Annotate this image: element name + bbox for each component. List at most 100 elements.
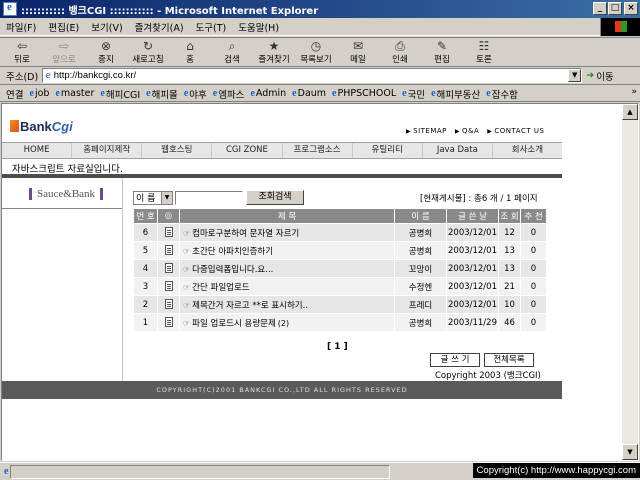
list-all-button[interactable]: 전체목록 [484,353,534,367]
link-item[interactable]: e 엠파스 [213,87,245,101]
link-item[interactable]: e Admin [250,88,286,99]
links-more-icon[interactable]: » [631,87,637,97]
row-title-cell[interactable]: ☞ 파일 업로드시 용량문제 (2) [179,313,395,332]
nav-utility[interactable]: 유틸리티 [353,143,423,158]
row-title[interactable]: 컴마로구분하여 문자열 자르기 [192,229,299,239]
go-label: 이동 [596,71,614,83]
link-item[interactable]: e master [55,88,94,99]
row-title-cell[interactable]: ☞ 제목간거 자르고 **로 표시하기.. [179,295,395,314]
nav-homepage[interactable]: 홈페이지제작 [72,143,143,158]
row-title[interactable]: 제목간거 자르고 **로 표시하기.. [192,301,308,311]
maximize-button[interactable]: □ [608,2,622,15]
board-table: 번 호 ◎ 제 목 이 름 글 쓴 날 조 회 추 천 6 ☞ 컴마로구분하여 문자… [133,208,547,332]
link-label: 해피몰 [151,89,178,101]
scroll-down-icon[interactable]: ▼ [622,444,638,460]
nav-home[interactable]: HOME [2,143,73,158]
row-author: 꼬망이 [394,259,447,278]
link-item[interactable]: e 해피CGI [100,87,140,101]
file-icon [164,263,173,273]
link-item[interactable]: e 야후 [184,87,207,101]
links-bar: 연결 e job e master e 해피CGI e 해피몰 e 야후 e 엠파스 e Admin e Da… [0,86,640,102]
pagination[interactable]: [ 1 ] [327,342,348,352]
table-row[interactable]: 3 ☞ 간단 파일업로드 수정헨 2003/12/01 21 0 [133,277,547,296]
menu-edit[interactable]: 편집(E) [48,20,79,34]
toolbar-button-favorites[interactable]: ★ 즐겨찾기 [258,39,290,65]
search-button[interactable]: 조회검색 [246,190,304,205]
address-input[interactable]: e http://bankcgi.co.kr/ ▼ [42,68,583,83]
link-item[interactable]: e job [29,88,49,99]
row-title[interactable]: 초간단 아파치인증하기 [192,247,273,257]
go-button[interactable]: ➜ 이동 [586,69,613,83]
row-date: 2003/12/01 [446,241,499,260]
vertical-scrollbar[interactable]: ▲ ▼ [622,104,638,460]
search-field-select[interactable]: 이 름 ▼ [133,190,173,205]
file-icon [164,317,173,327]
nav-hosting[interactable]: 웹호스팅 [142,143,213,158]
link-item[interactable]: e 해피부동산 [431,87,480,101]
link-item[interactable]: e Daum [292,88,326,99]
table-row[interactable]: 2 ☞ 제목간거 자르고 **로 표시하기.. 프레디 2003/12/01 10 0 [133,295,547,314]
table-row[interactable]: 4 ☞ 다중입력폼입니다.요... 꼬망이 2003/12/01 13 0 [133,259,547,278]
search-input[interactable] [175,190,243,205]
mail-icon: ✉ [352,39,364,53]
windows-throbber-icon [600,18,640,36]
main-nav: HOME 홈페이지제작 웹호스팅 CGI ZONE 프로그램소스 유틸리티 Ja… [2,142,562,159]
link-item[interactable]: e 잡수함 [486,87,518,101]
link-item[interactable]: e PHPSCHOOL [332,88,396,99]
table-row[interactable]: 6 ☞ 컴마로구분하여 문자열 자르기 공병희 2003/12/01 12 0 [133,223,547,242]
table-row[interactable]: 5 ☞ 초간단 아파치인증하기 공병희 2003/12/01 13 0 [133,241,547,260]
menu-help[interactable]: 도움말(H) [238,20,279,34]
row-rec: 0 [520,223,547,242]
link-item[interactable]: e 해피몰 [146,87,178,101]
nav-java-data[interactable]: Java Data [423,143,493,158]
table-row[interactable]: 1 ☞ 파일 업로드시 용량문제 (2) 공병희 2003/11/29 46 0 [133,313,547,332]
toolbar-label: 홈 [186,55,194,65]
toolbar-button-refresh[interactable]: ↻ 새로고침 [132,39,164,65]
toolbar-label: 즐겨찾기 [258,55,290,65]
link-label: job [34,88,50,99]
toolbar-button-stop[interactable]: ⊗ 중지 [90,39,122,65]
close-button[interactable]: × [624,2,638,15]
toolbar-button-history[interactable]: ◷ 목록보기 [300,39,332,65]
row-title[interactable]: 다중입력폼입니다.요... [192,265,273,275]
toolbar-button-home[interactable]: ⌂ 홈 [174,39,206,65]
window-title-bar[interactable]: ::::::::::: 뱅크CGI ::::::::::: - Microsof… [0,0,640,18]
write-button[interactable]: 글 쓰 기 [430,353,480,367]
toplink-qna[interactable]: ▶ Q&A [455,127,479,135]
row-title-cell[interactable]: ☞ 간단 파일업로드 [179,277,395,296]
menu-view[interactable]: 보기(V) [91,20,122,34]
menu-file[interactable]: 파일(F) [6,20,36,34]
row-no: 2 [133,295,158,314]
top-links: ▶ SITEMAP ▶ Q&A ▶ CONTACT US [406,127,544,135]
row-title-cell[interactable]: ☞ 다중입력폼입니다.요... [179,259,395,278]
toolbar-button-forward-arrow[interactable]: ⇨ 앞으로 [48,39,80,65]
col-file: ◎ [157,208,180,224]
toolbar-button-discuss[interactable]: ☷ 토론 [468,39,500,65]
chevron-down-icon[interactable]: ▼ [161,191,172,204]
toplink-sitemap[interactable]: ▶ SITEMAP [406,127,447,135]
nav-cgi-zone[interactable]: CGI ZONE [212,143,283,158]
row-views: 13 [498,241,521,260]
toolbar-button-back-arrow[interactable]: ⇦ 뒤로 [6,39,38,65]
row-title[interactable]: 파일 업로드시 용량문제 [192,319,276,329]
toolbar-button-edit[interactable]: ✎ 편집 [426,39,458,65]
toolbar-button-mail[interactable]: ✉ 메일 [342,39,374,65]
minimize-button[interactable]: _ [593,2,607,15]
address-url[interactable]: http://bankcgi.co.kr/ [54,70,136,81]
toolbar-button-print[interactable]: ⎙ 인쇄 [384,39,416,66]
toolbar-button-search[interactable]: ⌕ 검색 [216,39,248,66]
menu-favorites[interactable]: 즐겨찾기(A) [135,20,184,34]
row-title[interactable]: 간단 파일업로드 [192,283,249,293]
toplink-contact[interactable]: ▶ CONTACT US [487,127,544,135]
row-title-cell[interactable]: ☞ 초간단 아파치인증하기 [179,241,395,260]
nav-company[interactable]: 회사소개 [493,143,562,158]
ie-page-icon: e [292,88,297,99]
scroll-up-icon[interactable]: ▲ [622,104,638,120]
address-dropdown-icon[interactable]: ▼ [568,69,582,82]
menu-tools[interactable]: 도구(T) [196,20,227,34]
link-item[interactable]: e 국민 [402,87,425,101]
bankcgi-logo[interactable]: Bank Cgi [10,117,80,135]
row-title-cell[interactable]: ☞ 컴마로구분하여 문자열 자르기 [179,223,395,242]
address-bar: 주소(D) e http://bankcgi.co.kr/ ▼ ➜ 이동 [0,67,640,85]
nav-program-source[interactable]: 프로그램소스 [283,143,353,158]
